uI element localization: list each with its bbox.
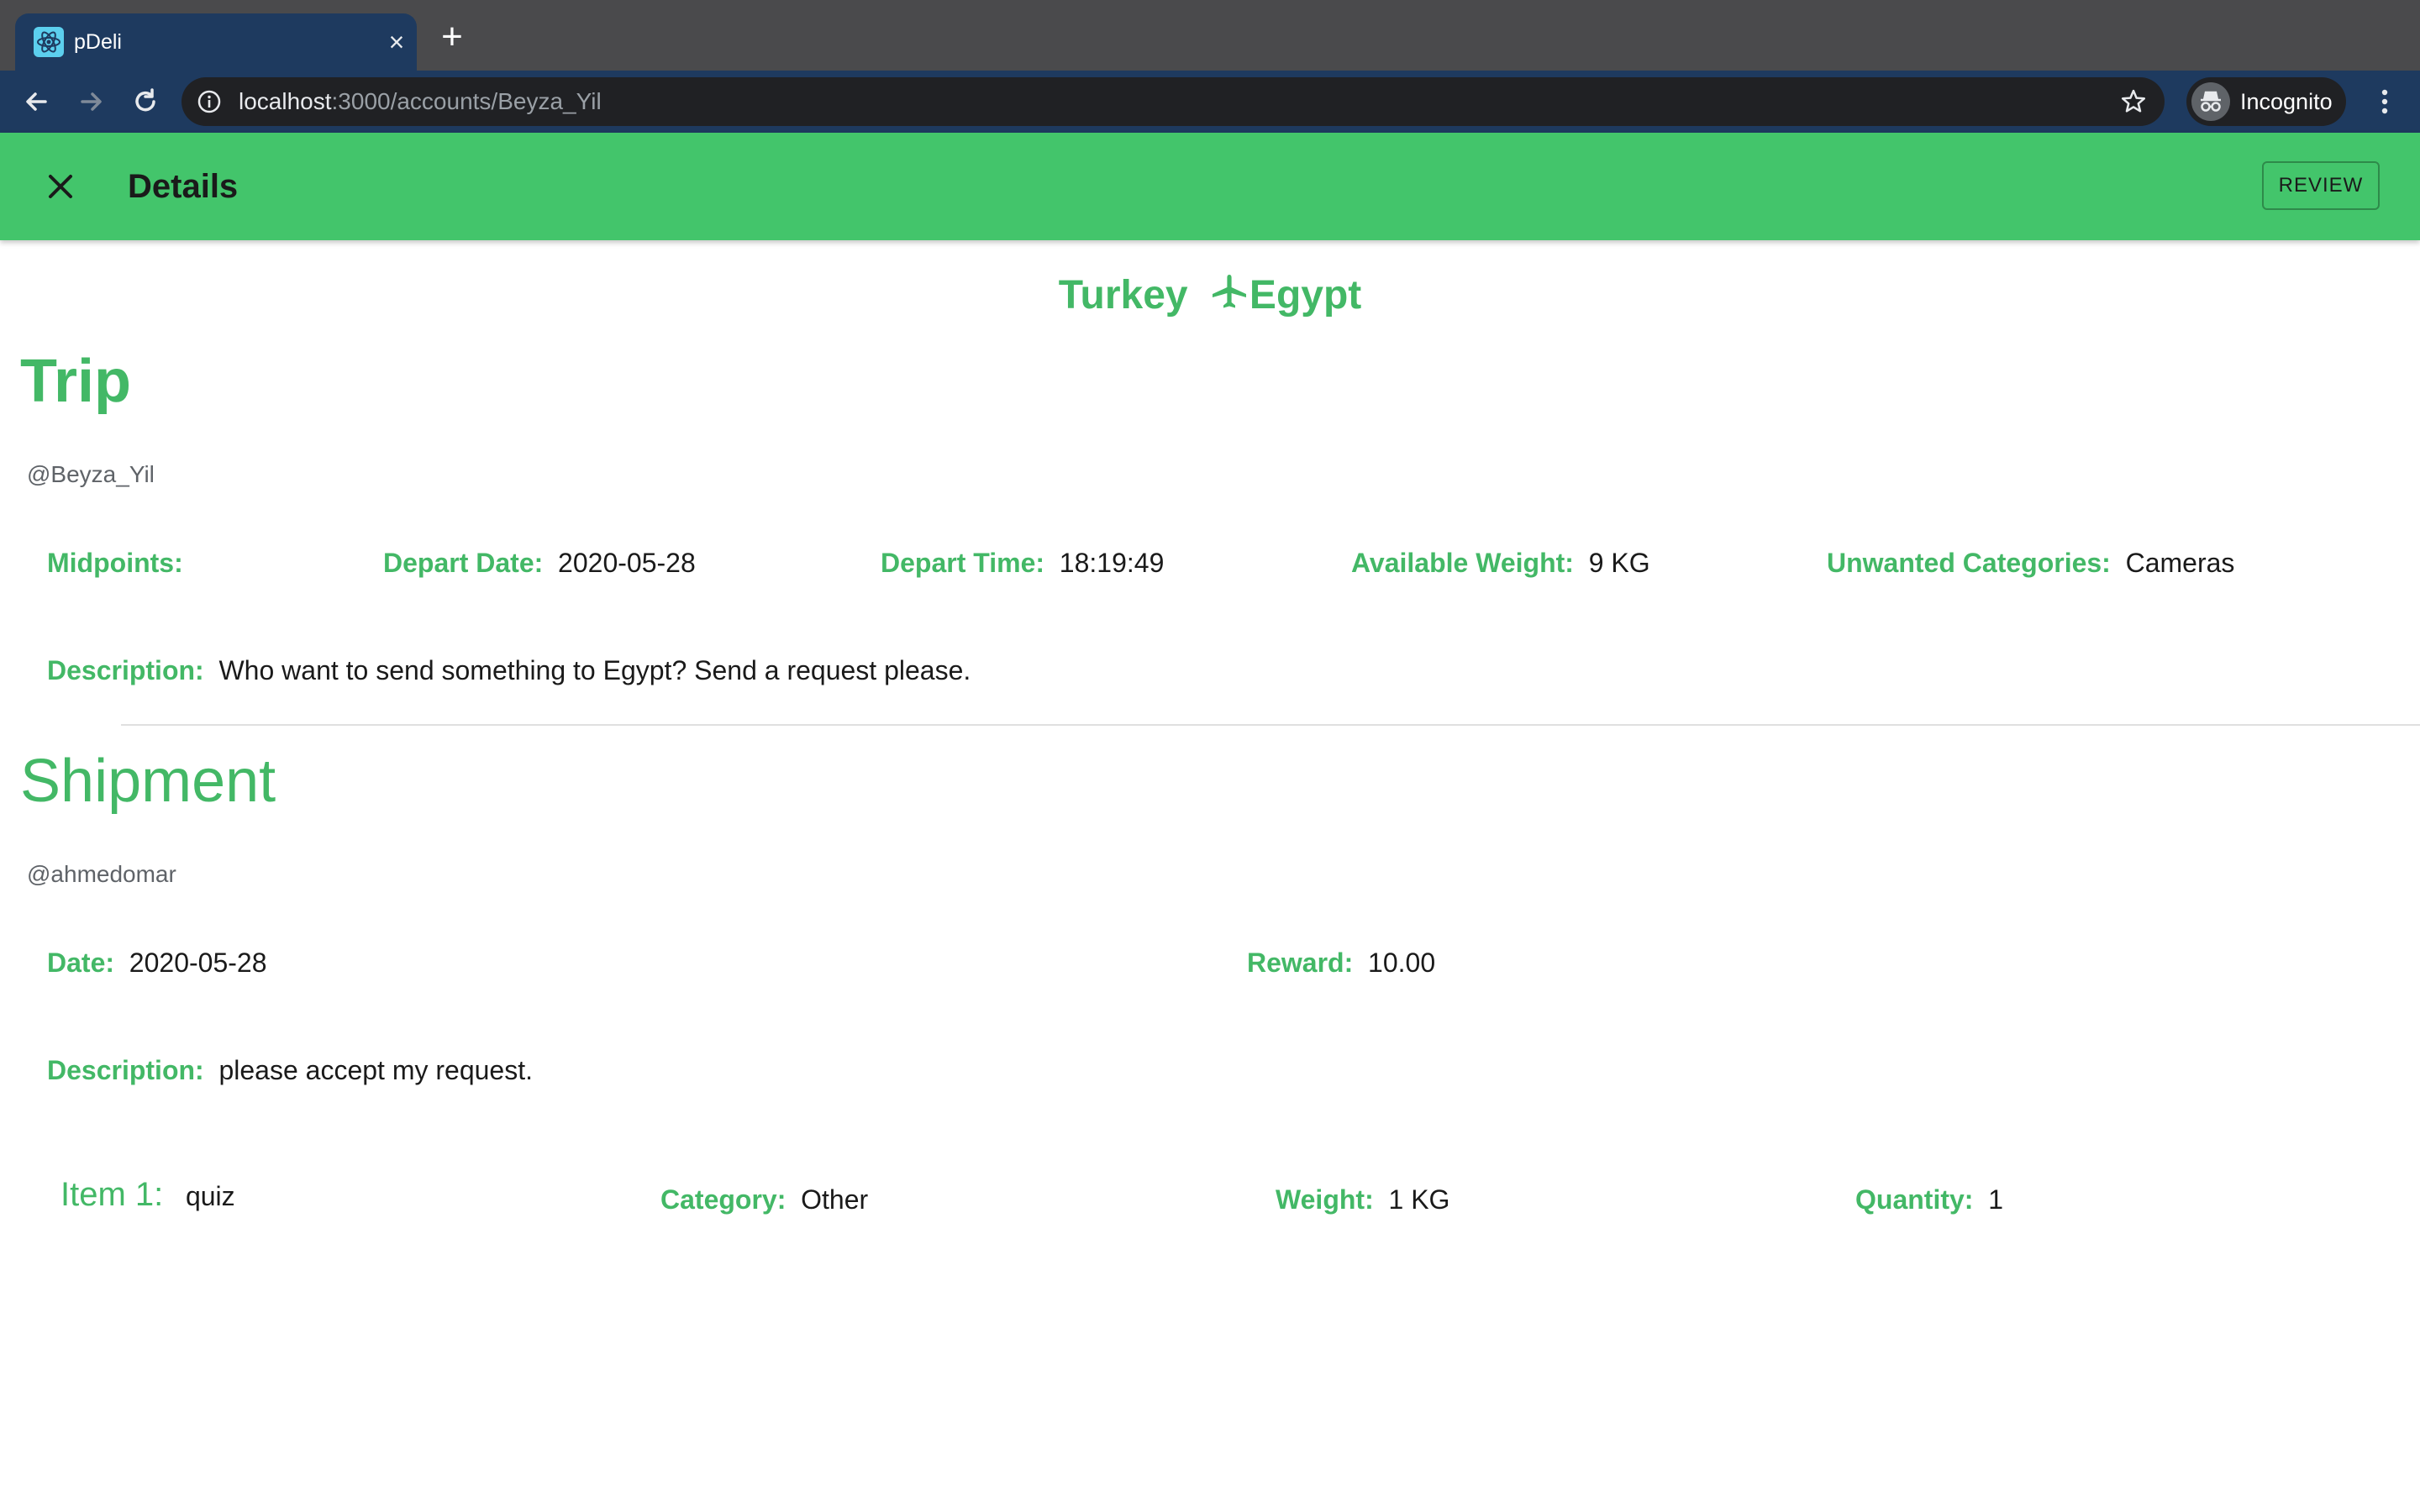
trip-heading: Trip — [20, 348, 132, 415]
address-url[interactable]: localhost:3000/accounts/Beyza_Yil — [239, 87, 602, 116]
browser-tab-title: pDeli — [74, 30, 122, 54]
item-quantity-label: Quantity: — [1855, 1184, 1974, 1215]
shipment-username[interactable]: @ahmedomar — [27, 860, 176, 889]
bookmark-star-icon[interactable] — [2119, 87, 2148, 116]
address-bar[interactable]: localhost:3000/accounts/Beyza_Yil — [182, 77, 2165, 126]
unwanted-categories-value: Cameras — [2125, 548, 2235, 578]
forward-arrow-icon[interactable] — [72, 82, 111, 121]
close-icon[interactable] — [42, 168, 79, 205]
unwanted-categories-label: Unwanted Categories: — [1827, 548, 2111, 578]
available-weight-label: Available Weight: — [1351, 548, 1574, 578]
site-info-icon[interactable] — [197, 89, 222, 114]
page-title: Details — [128, 168, 239, 205]
trip-depart-time: Depart Time: 18:19:49 — [881, 546, 1164, 580]
airplane-icon — [1212, 275, 1246, 308]
shipment-date-value: 2020-05-28 — [129, 948, 267, 978]
route-heading: Turkey Egypt — [0, 270, 2420, 321]
depart-time-label: Depart Time: — [881, 548, 1045, 578]
shipment-heading: Shipment — [20, 748, 276, 815]
midpoints-label: Midpoints: — [47, 548, 183, 578]
tab-close-icon[interactable]: × — [380, 25, 413, 59]
depart-date-value: 2020-05-28 — [558, 548, 696, 578]
trip-unwanted-categories: Unwanted Categories: Cameras — [1827, 546, 2234, 580]
shipment-date: Date: 2020-05-28 — [47, 946, 266, 979]
trip-description-value: Who want to send something to Egypt? Sen… — [218, 655, 971, 685]
item-category-value: Other — [801, 1184, 869, 1215]
reward-label: Reward: — [1247, 948, 1354, 978]
item-category-label: Category: — [660, 1184, 786, 1215]
item-name: Item 1: quiz — [60, 1178, 235, 1213]
reload-icon[interactable] — [126, 82, 165, 121]
item-weight-label: Weight: — [1276, 1184, 1374, 1215]
browser-tab-strip: pDeli × + — [0, 0, 2420, 71]
reward-value: 10.00 — [1368, 948, 1436, 978]
browser-tab[interactable]: pDeli × — [15, 13, 417, 71]
item-name-value: quiz — [185, 1181, 235, 1211]
trip-description-label: Description: — [47, 655, 204, 685]
profile-label: Incognito — [2240, 89, 2333, 114]
new-tab-icon[interactable]: + — [434, 18, 471, 57]
browser-menu-icon[interactable] — [2368, 82, 2402, 121]
incognito-icon — [2191, 82, 2230, 121]
trip-available-weight: Available Weight: 9 KG — [1351, 546, 1650, 580]
trip-midpoints: Midpoints: — [47, 546, 183, 580]
route-destination: Egypt — [1249, 273, 1362, 318]
shipment-date-label: Date: — [47, 948, 115, 978]
trip-depart-date: Depart Date: 2020-05-28 — [383, 546, 696, 580]
shipment-description-label: Description: — [47, 1055, 204, 1085]
route-origin: Turkey — [1058, 273, 1188, 318]
trip-description: Description: Who want to send something … — [47, 654, 971, 687]
item-weight-value: 1 KG — [1388, 1184, 1450, 1215]
shipment-description-value: please accept my request. — [218, 1055, 533, 1085]
shipment-description: Description: please accept my request. — [47, 1053, 533, 1087]
trip-username[interactable]: @Beyza_Yil — [27, 460, 155, 489]
incognito-profile-button[interactable]: Incognito — [2186, 77, 2346, 126]
item-weight: Weight: 1 KG — [1276, 1183, 1449, 1216]
shipment-reward: Reward: 10.00 — [1247, 946, 1435, 979]
section-divider — [121, 724, 2420, 726]
back-arrow-icon[interactable] — [17, 82, 55, 121]
browser-toolbar: localhost:3000/accounts/Beyza_Yil Incogn… — [0, 71, 2420, 133]
react-favicon-icon — [34, 27, 64, 57]
item-category: Category: Other — [660, 1183, 868, 1216]
details-app-bar: Details REVIEW — [0, 133, 2420, 240]
item-quantity-value: 1 — [1988, 1184, 2004, 1215]
review-button[interactable]: REVIEW — [2262, 161, 2380, 210]
depart-date-label: Depart Date: — [383, 548, 544, 578]
item-label: Item 1: — [60, 1176, 164, 1213]
depart-time-value: 18:19:49 — [1059, 548, 1165, 578]
item-quantity: Quantity: 1 — [1855, 1183, 2003, 1216]
available-weight-value: 9 KG — [1588, 548, 1650, 578]
